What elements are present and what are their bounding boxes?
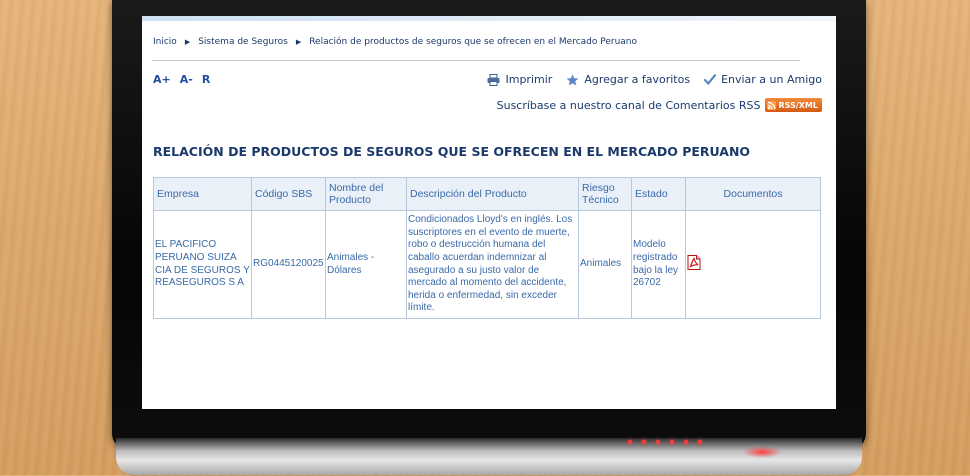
browser-screen: Inicio ▶ Sistema de Seguros ▶ Relación d… (142, 16, 836, 409)
add-favorites-button[interactable]: Agregar a favoritos (566, 73, 690, 86)
divider (152, 60, 800, 61)
table-row: EL PACIFICO PERUANO SUIZA CIA DE SEGUROS… (153, 210, 821, 319)
send-label: Enviar a un Amigo (721, 73, 822, 86)
cell-riesgo: Animales (578, 210, 632, 319)
products-table: Empresa Código SBS Nombre del Producto D… (153, 177, 821, 319)
indicator-light (642, 440, 646, 444)
column-header-empresa: Empresa (153, 177, 252, 211)
printer-icon (487, 73, 500, 86)
breadcrumb-current: Relación de productos de seguros que se … (309, 37, 638, 47)
cell-codigo: RG0445120025 (251, 210, 326, 319)
column-header-estado: Estado (631, 177, 686, 211)
rss-feed-icon (766, 100, 776, 110)
rss-badge-label: RSS/XML (778, 100, 818, 110)
column-header-descripcion: Descripción del Producto (406, 177, 579, 211)
indicator-light (670, 440, 674, 444)
indicator-light (698, 440, 702, 444)
breadcrumb-home-link[interactable]: Inicio (153, 37, 177, 47)
indicator-lights (628, 440, 702, 444)
font-reset-button[interactable]: R (202, 73, 210, 86)
column-header-nombre: Nombre del Producto (325, 177, 407, 211)
cell-documentos (685, 210, 821, 319)
power-light (742, 446, 782, 458)
indicator-light (628, 440, 632, 444)
cell-descripcion: Condicionados Lloyd's en inglés. Los sus… (406, 210, 579, 319)
breadcrumb-arrow-icon: ▶ (184, 38, 191, 46)
breadcrumb-section-link[interactable]: Sistema de Seguros (198, 37, 288, 47)
send-to-friend-button[interactable]: Enviar a un Amigo (704, 73, 822, 86)
breadcrumb: Inicio ▶ Sistema de Seguros ▶ Relación d… (153, 37, 637, 47)
rss-subscribe[interactable]: Suscríbase a nuestro canal de Comentario… (497, 98, 822, 112)
rss-xml-badge[interactable]: RSS/XML (764, 98, 822, 112)
table-header-row: Empresa Código SBS Nombre del Producto D… (153, 177, 821, 211)
cell-nombre: Animales - Dólares (325, 210, 407, 319)
indicator-light (684, 440, 688, 444)
breadcrumb-arrow-icon: ▶ (295, 38, 302, 46)
font-increase-button[interactable]: A+ (153, 73, 171, 86)
font-decrease-button[interactable]: A- (180, 73, 193, 86)
print-label: Imprimir (505, 73, 553, 86)
pdf-icon[interactable] (687, 254, 701, 275)
indicator-light (656, 440, 660, 444)
favorites-label: Agregar a favoritos (584, 73, 691, 86)
star-icon (566, 74, 579, 86)
column-header-codigo: Código SBS (251, 177, 326, 211)
rss-label: Suscríbase a nuestro canal de Comentario… (496, 98, 761, 112)
top-accent-bar (142, 16, 836, 21)
font-size-controls: A+ A- R (153, 73, 210, 86)
cell-estado: Modelo registrado bajo la ley 26702 (631, 210, 686, 319)
column-header-riesgo: Riesgo Técnico (578, 177, 632, 211)
page-actions: Imprimir Agregar a favoritos Enviar a un… (487, 73, 822, 86)
checkmark-icon (704, 74, 717, 85)
column-header-documentos: Documentos (685, 177, 821, 211)
page-title: RELACIÓN DE PRODUCTOS DE SEGUROS QUE SE … (153, 144, 751, 159)
cell-empresa: EL PACIFICO PERUANO SUIZA CIA DE SEGUROS… (153, 210, 252, 319)
print-button[interactable]: Imprimir (487, 73, 552, 86)
